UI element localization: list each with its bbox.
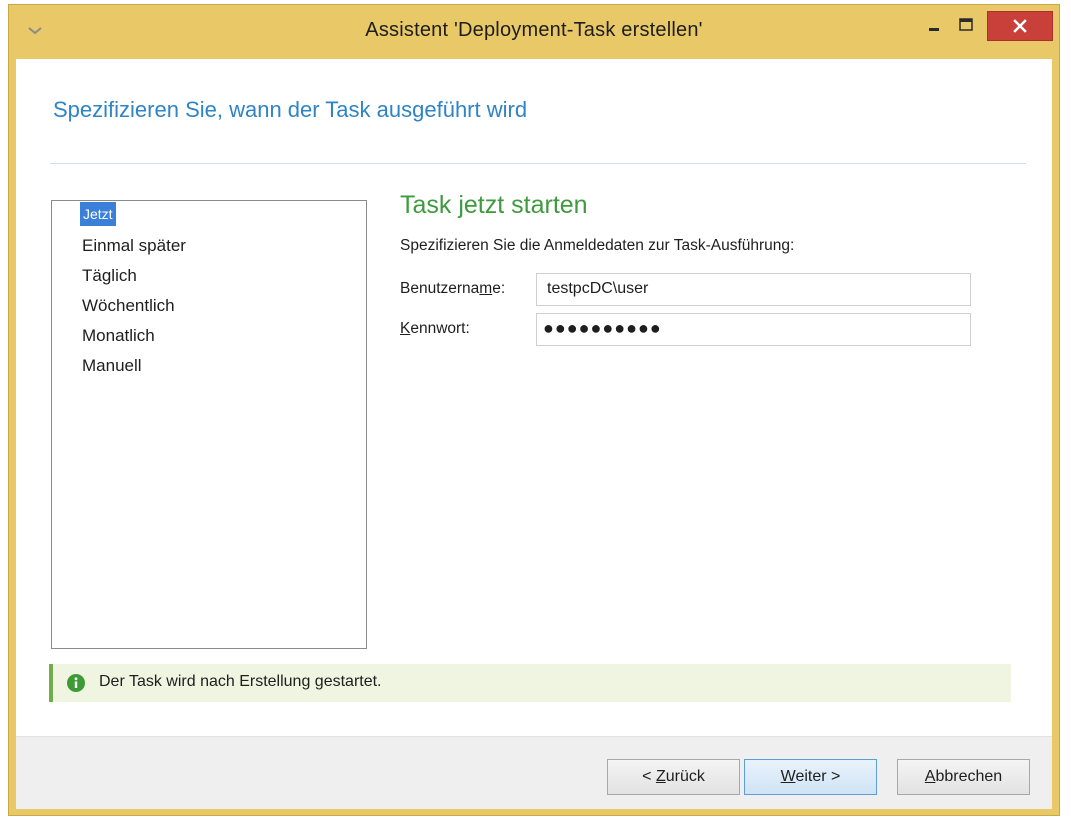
info-bar: Der Task wird nach Erstellung gestartet. [49, 664, 1011, 702]
title-bar[interactable]: Assistent 'Deployment-Task erstellen' [9, 5, 1059, 59]
info-icon [67, 674, 85, 692]
window-title: Assistent 'Deployment-Task erstellen' [365, 19, 703, 41]
credentials-prompt: Spezifizieren Sie die Anmeldedaten zur T… [400, 237, 795, 254]
password-input[interactable]: ●●●●●●●●●● [536, 313, 971, 346]
button-bar: < Zurück Weiter > Abbrechen [16, 736, 1052, 809]
page-title: Spezifizieren Sie, wann der Task ausgefü… [53, 97, 528, 122]
back-button[interactable]: < Zurück [607, 759, 740, 795]
schedule-option-monatlich[interactable]: Monatlich [80, 324, 157, 348]
close-button[interactable] [987, 11, 1053, 41]
username-label: Benutzername: [400, 280, 506, 297]
minimize-icon [929, 28, 939, 31]
info-message: Der Task wird nach Erstellung gestartet. [99, 673, 382, 690]
cancel-button[interactable]: Abbrechen [897, 759, 1030, 795]
maximize-icon [959, 18, 973, 31]
next-button[interactable]: Weiter > [744, 759, 877, 795]
wizard-content: Spezifizieren Sie, wann der Task ausgefü… [16, 59, 1052, 809]
close-icon [1013, 19, 1027, 33]
wizard-window: Assistent 'Deployment-Task erstellen' Sp… [8, 4, 1060, 816]
section-heading: Task jetzt starten [400, 191, 588, 219]
username-input[interactable]: testpcDC\user [536, 273, 971, 306]
title-divider [50, 163, 1026, 164]
password-label: Kennwort: [400, 320, 470, 337]
schedule-list[interactable]: Jetzt Einmal später Täglich Wöchentlich … [51, 200, 367, 649]
schedule-option-woechentlich[interactable]: Wöchentlich [80, 294, 177, 318]
schedule-option-jetzt[interactable]: Jetzt [80, 202, 116, 226]
maximize-button[interactable] [953, 11, 979, 41]
minimize-button[interactable] [921, 11, 947, 41]
schedule-option-taeglich[interactable]: Täglich [80, 264, 139, 288]
schedule-option-manuell[interactable]: Manuell [80, 354, 144, 378]
schedule-option-einmal-spaeter[interactable]: Einmal später [80, 234, 188, 258]
